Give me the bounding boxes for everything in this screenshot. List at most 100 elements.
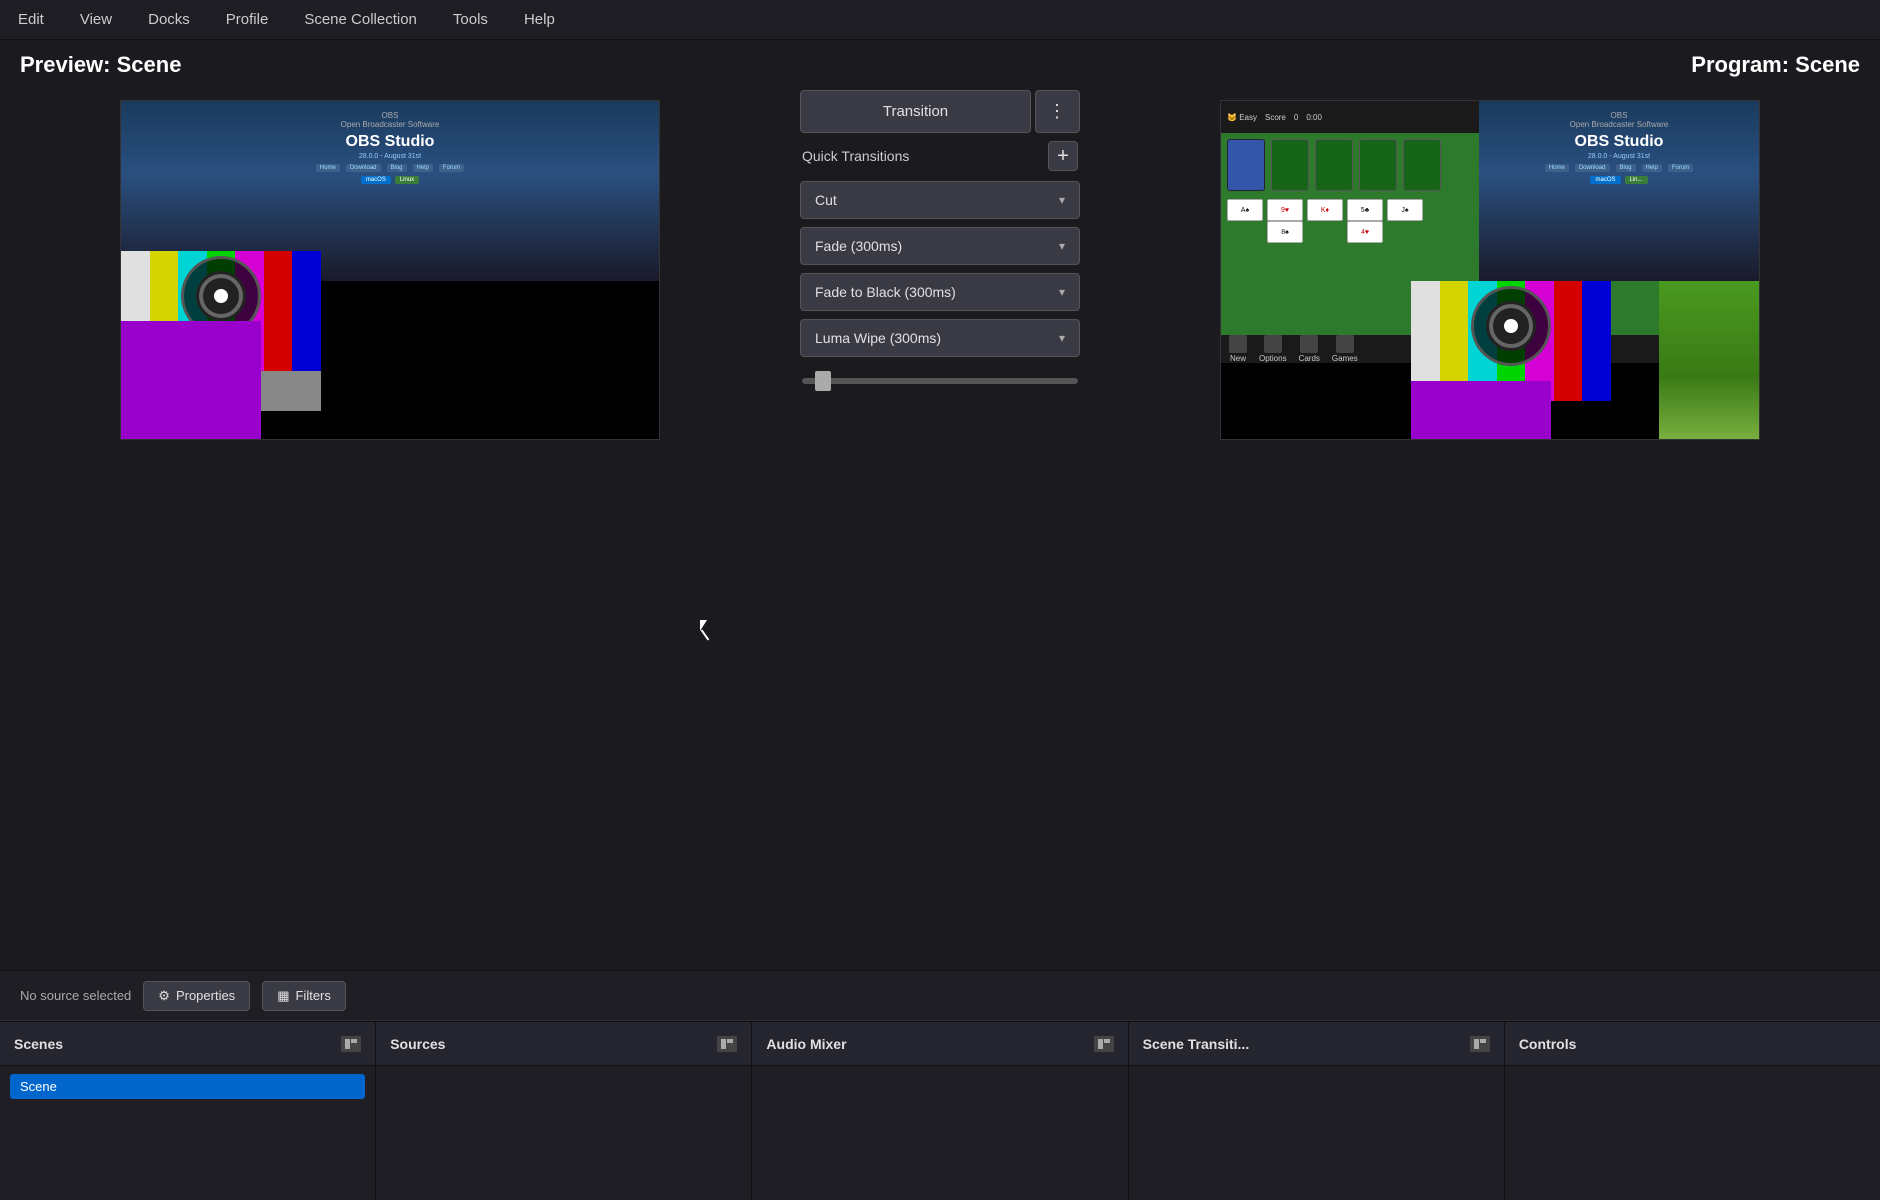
obs-nav: Home Download Blog Help Forum [316,164,464,172]
obs-badge-macos: macOS [361,176,391,184]
scenes-undock-icon[interactable] [341,1036,361,1052]
transition-panel: Transition ⋮ Quick Transitions + Cut ▾ F… [800,90,1080,393]
source-info-bar: No source selected ⚙ Properties ▦ Filter… [0,971,1880,1021]
audio-mixer-undock-icon[interactable] [1094,1036,1114,1052]
transition-dots-button[interactable]: ⋮ [1035,90,1080,133]
solitaire-score-label: Score [1265,113,1286,122]
scenes-panel-title: Scenes [14,1036,63,1052]
chevron-down-icon-3: ▾ [1059,285,1065,299]
obs-nav-help: Help [413,164,433,172]
audio-mixer-header: Audio Mixer [752,1022,1127,1066]
preview-scene: OBSOpen Broadcaster Software OBS Studio … [120,100,660,440]
scene-transitions-undock-icon[interactable] [1470,1036,1490,1052]
obs-badge-linux: Linux [395,176,419,184]
program-panel: Program: Scene 🐱 Easy Score 0 0:00 [940,40,1880,970]
program-obs-badges: macOS Lin... [1590,176,1647,184]
tableau-card-3: 8♠ [1267,221,1303,243]
transition-fade-black[interactable]: Fade to Black (300ms) ▾ [800,273,1080,311]
program-obs-logo [1471,286,1551,366]
menu-help[interactable]: Help [516,7,563,32]
bottom-bar: No source selected ⚙ Properties ▦ Filter… [0,970,1880,1200]
tableau-card-6: 4♥ [1347,221,1383,243]
quick-transitions-add-button[interactable]: + [1048,141,1078,171]
options-icon [1264,335,1282,353]
tableau-card-4: K♦ [1307,199,1343,221]
scene-transitions-content [1129,1066,1504,1200]
transition-slider-row [800,365,1080,393]
program-badge-linux: Lin... [1625,176,1648,184]
transition-cut[interactable]: Cut ▾ [800,181,1080,219]
preview-title: Preview: Scene [0,40,201,90]
sources-dock-icons [717,1036,737,1052]
tableau-card-7: J♠ [1387,199,1423,221]
scenes-panel: Scenes Scene [0,1022,376,1200]
transition-fade-black-label: Fade to Black (300ms) [815,284,956,300]
toolbar-new: New [1229,335,1247,363]
menu-edit[interactable]: Edit [10,7,52,32]
menu-scene-collection[interactable]: Scene Collection [296,7,425,32]
controls-header: Controls [1505,1022,1880,1066]
main-area: Preview: Scene OBSOpen Broadcaster Softw… [0,40,1880,970]
menu-profile[interactable]: Profile [218,7,277,32]
scene-item-active[interactable]: Scene [10,1074,365,1099]
obs-nav-download: Download [346,164,381,172]
program-obs-nav-forum: Forum [1668,164,1693,172]
transition-fade[interactable]: Fade (300ms) ▾ [800,227,1080,265]
obs-logo-inner [196,271,246,321]
obs-nav-home: Home [316,164,340,172]
obs-nav-blog: Blog [387,164,407,172]
menu-docks[interactable]: Docks [140,7,198,32]
transition-slider[interactable] [802,378,1078,384]
program-obs-logo-dot [1504,319,1518,333]
menu-view[interactable]: View [72,7,120,32]
menubar: Edit View Docks Profile Scene Collection… [0,0,1880,40]
filters-label: Filters [295,988,330,1003]
p-cb-red [1554,281,1583,401]
tableau-stack-3: K♦ [1307,199,1343,243]
sources-undock-icon[interactable] [717,1036,737,1052]
program-obs-version: 28.0.0 - August 31st [1588,153,1650,160]
scenes-dock-icons [341,1036,361,1052]
p-cb-blue [1582,281,1611,401]
card-empty-3 [1359,139,1397,191]
program-purple-area [1411,381,1551,440]
card-empty-2 [1315,139,1353,191]
toolbar-cards: Cards [1299,335,1320,363]
color-bar-red [264,251,293,371]
sources-panel-title: Sources [390,1036,445,1052]
scene-transitions-dock-icons [1470,1036,1490,1052]
cb-bottom-gray [254,371,321,411]
source-selected-text: No source selected [20,988,131,1003]
sources-panel-header: Sources [376,1022,751,1066]
new-icon [1229,335,1247,353]
program-obs-header: OBSOpen Broadcaster Software [1570,111,1669,129]
controls-title: Controls [1519,1036,1577,1052]
menu-tools[interactable]: Tools [445,7,496,32]
audio-mixer-panel: Audio Mixer [752,1022,1128,1200]
black-area [321,281,659,439]
solitaire-time: 0:00 [1306,113,1322,122]
card-empty-1 [1271,139,1309,191]
program-obs-nav-home: Home [1545,164,1569,172]
properties-button[interactable]: ⚙ Properties [143,981,250,1011]
controls-content [1505,1066,1880,1200]
games-icon [1336,335,1354,353]
chevron-down-icon-2: ▾ [1059,239,1065,253]
preview-panel: Preview: Scene OBSOpen Broadcaster Softw… [0,40,940,970]
dock-row: Scenes Scene Sources [0,1021,1880,1200]
filter-icon: ▦ [277,988,289,1004]
transition-button[interactable]: Transition [800,90,1031,133]
obs-logo-dot [214,289,228,303]
filters-button[interactable]: ▦ Filters [262,981,346,1011]
tableau-stack-2: 9♥ 8♠ [1267,199,1303,243]
solitaire-mode: 🐱 Easy [1227,113,1257,122]
transition-luma-wipe[interactable]: Luma Wipe (300ms) ▾ [800,319,1080,357]
quick-transitions-label: Quick Transitions [802,148,909,164]
program-obs-title: OBS Studio [1575,133,1664,151]
chevron-down-icon: ▾ [1059,193,1065,207]
solitaire-score: 0 [1294,113,1298,122]
transition-fade-label: Fade (300ms) [815,238,902,254]
purple-area [121,321,261,440]
obs-nav-forum: Forum [439,164,464,172]
program-obs-nav-download: Download [1575,164,1610,172]
